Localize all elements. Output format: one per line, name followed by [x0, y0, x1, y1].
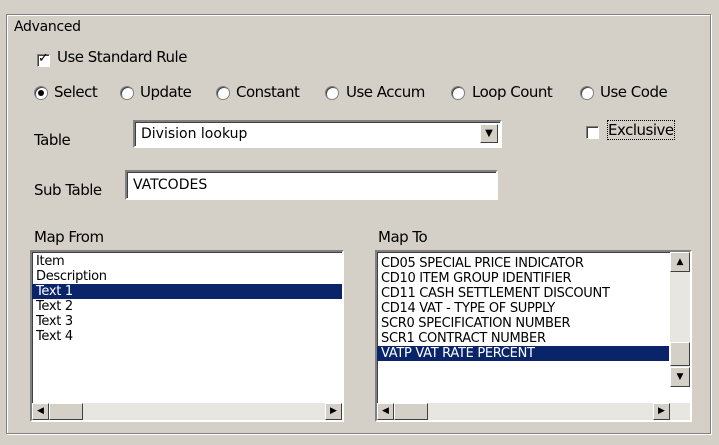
- list-item[interactable]: Description: [32, 269, 342, 284]
- list-item[interactable]: Text 4: [32, 329, 342, 344]
- table-label: Table: [34, 131, 71, 149]
- radio-use-code-label[interactable]: Use Code: [600, 83, 668, 101]
- exclusive-label[interactable]: Exclusive: [607, 120, 675, 140]
- table-dropdown-value: Division lookup: [141, 126, 248, 142]
- radio-constant[interactable]: [216, 86, 230, 100]
- radio-select[interactable]: [34, 86, 48, 100]
- map-from-listbox[interactable]: Item Description Text 1 Text 2 Text 3 Te…: [30, 250, 344, 422]
- check-icon: ✓: [38, 51, 49, 66]
- radio-use-accum-label[interactable]: Use Accum: [346, 83, 425, 101]
- list-item[interactable]: CD14 VAT - TYPE OF SUPPLY: [377, 301, 669, 316]
- map-to-listbox[interactable]: CD05 SPECIAL PRICE INDICATOR CD10 ITEM G…: [375, 250, 692, 422]
- map-from-label: Map From: [34, 228, 104, 246]
- radio-dot: [38, 90, 44, 96]
- radio-update-label[interactable]: Update: [140, 83, 192, 101]
- arrow-up-icon[interactable]: ▲: [670, 252, 690, 272]
- groupbox-title: Advanced: [11, 19, 84, 35]
- map-to-label: Map To: [378, 228, 428, 246]
- list-item[interactable]: Item: [32, 254, 342, 269]
- use-standard-rule-label[interactable]: Use Standard Rule: [57, 48, 187, 66]
- arrow-right-icon[interactable]: ▶: [325, 403, 342, 420]
- arrow-left-icon[interactable]: ◀: [377, 403, 394, 420]
- exclusive-checkbox[interactable]: [586, 126, 599, 139]
- list-item-selected[interactable]: VATP VAT RATE PERCENT: [377, 346, 669, 361]
- arrow-down-icon[interactable]: ▼: [670, 367, 690, 387]
- list-item[interactable]: CD05 SPECIAL PRICE INDICATOR: [377, 256, 669, 271]
- radio-constant-label[interactable]: Constant: [236, 83, 300, 101]
- scrollbar-thumb[interactable]: [394, 403, 428, 420]
- list-item[interactable]: CD10 ITEM GROUP IDENTIFIER: [377, 271, 669, 286]
- chevron-down-icon[interactable]: ▼: [480, 124, 498, 143]
- list-item-selected[interactable]: Text 1: [32, 284, 342, 299]
- list-item[interactable]: SCR0 SPECIFICATION NUMBER: [377, 316, 669, 331]
- radio-select-label[interactable]: Select: [54, 83, 98, 101]
- sub-table-input[interactable]: VATCODES: [125, 170, 498, 200]
- radio-use-accum[interactable]: [325, 86, 339, 100]
- sub-table-label: Sub Table: [34, 181, 102, 199]
- arrow-left-icon[interactable]: ◀: [32, 403, 49, 420]
- radio-loop-count-label[interactable]: Loop Count: [472, 83, 553, 101]
- scrollbar-thumb[interactable]: [49, 403, 83, 420]
- radio-use-code[interactable]: [580, 86, 594, 100]
- list-item[interactable]: SCR1 CONTRACT NUMBER: [377, 331, 669, 346]
- radio-update[interactable]: [120, 86, 134, 100]
- arrow-right-icon[interactable]: ▶: [653, 403, 670, 420]
- list-item[interactable]: Text 3: [32, 314, 342, 329]
- scrollbar-thumb[interactable]: [670, 342, 690, 366]
- sub-table-value: VATCODES: [133, 177, 208, 193]
- table-dropdown[interactable]: Division lookup ▼: [133, 120, 502, 148]
- use-standard-rule-checkbox[interactable]: ✓: [37, 51, 50, 67]
- radio-loop-count[interactable]: [451, 86, 465, 100]
- list-item[interactable]: Text 2: [32, 299, 342, 314]
- list-item[interactable]: CD11 CASH SETTLEMENT DISCOUNT: [377, 286, 669, 301]
